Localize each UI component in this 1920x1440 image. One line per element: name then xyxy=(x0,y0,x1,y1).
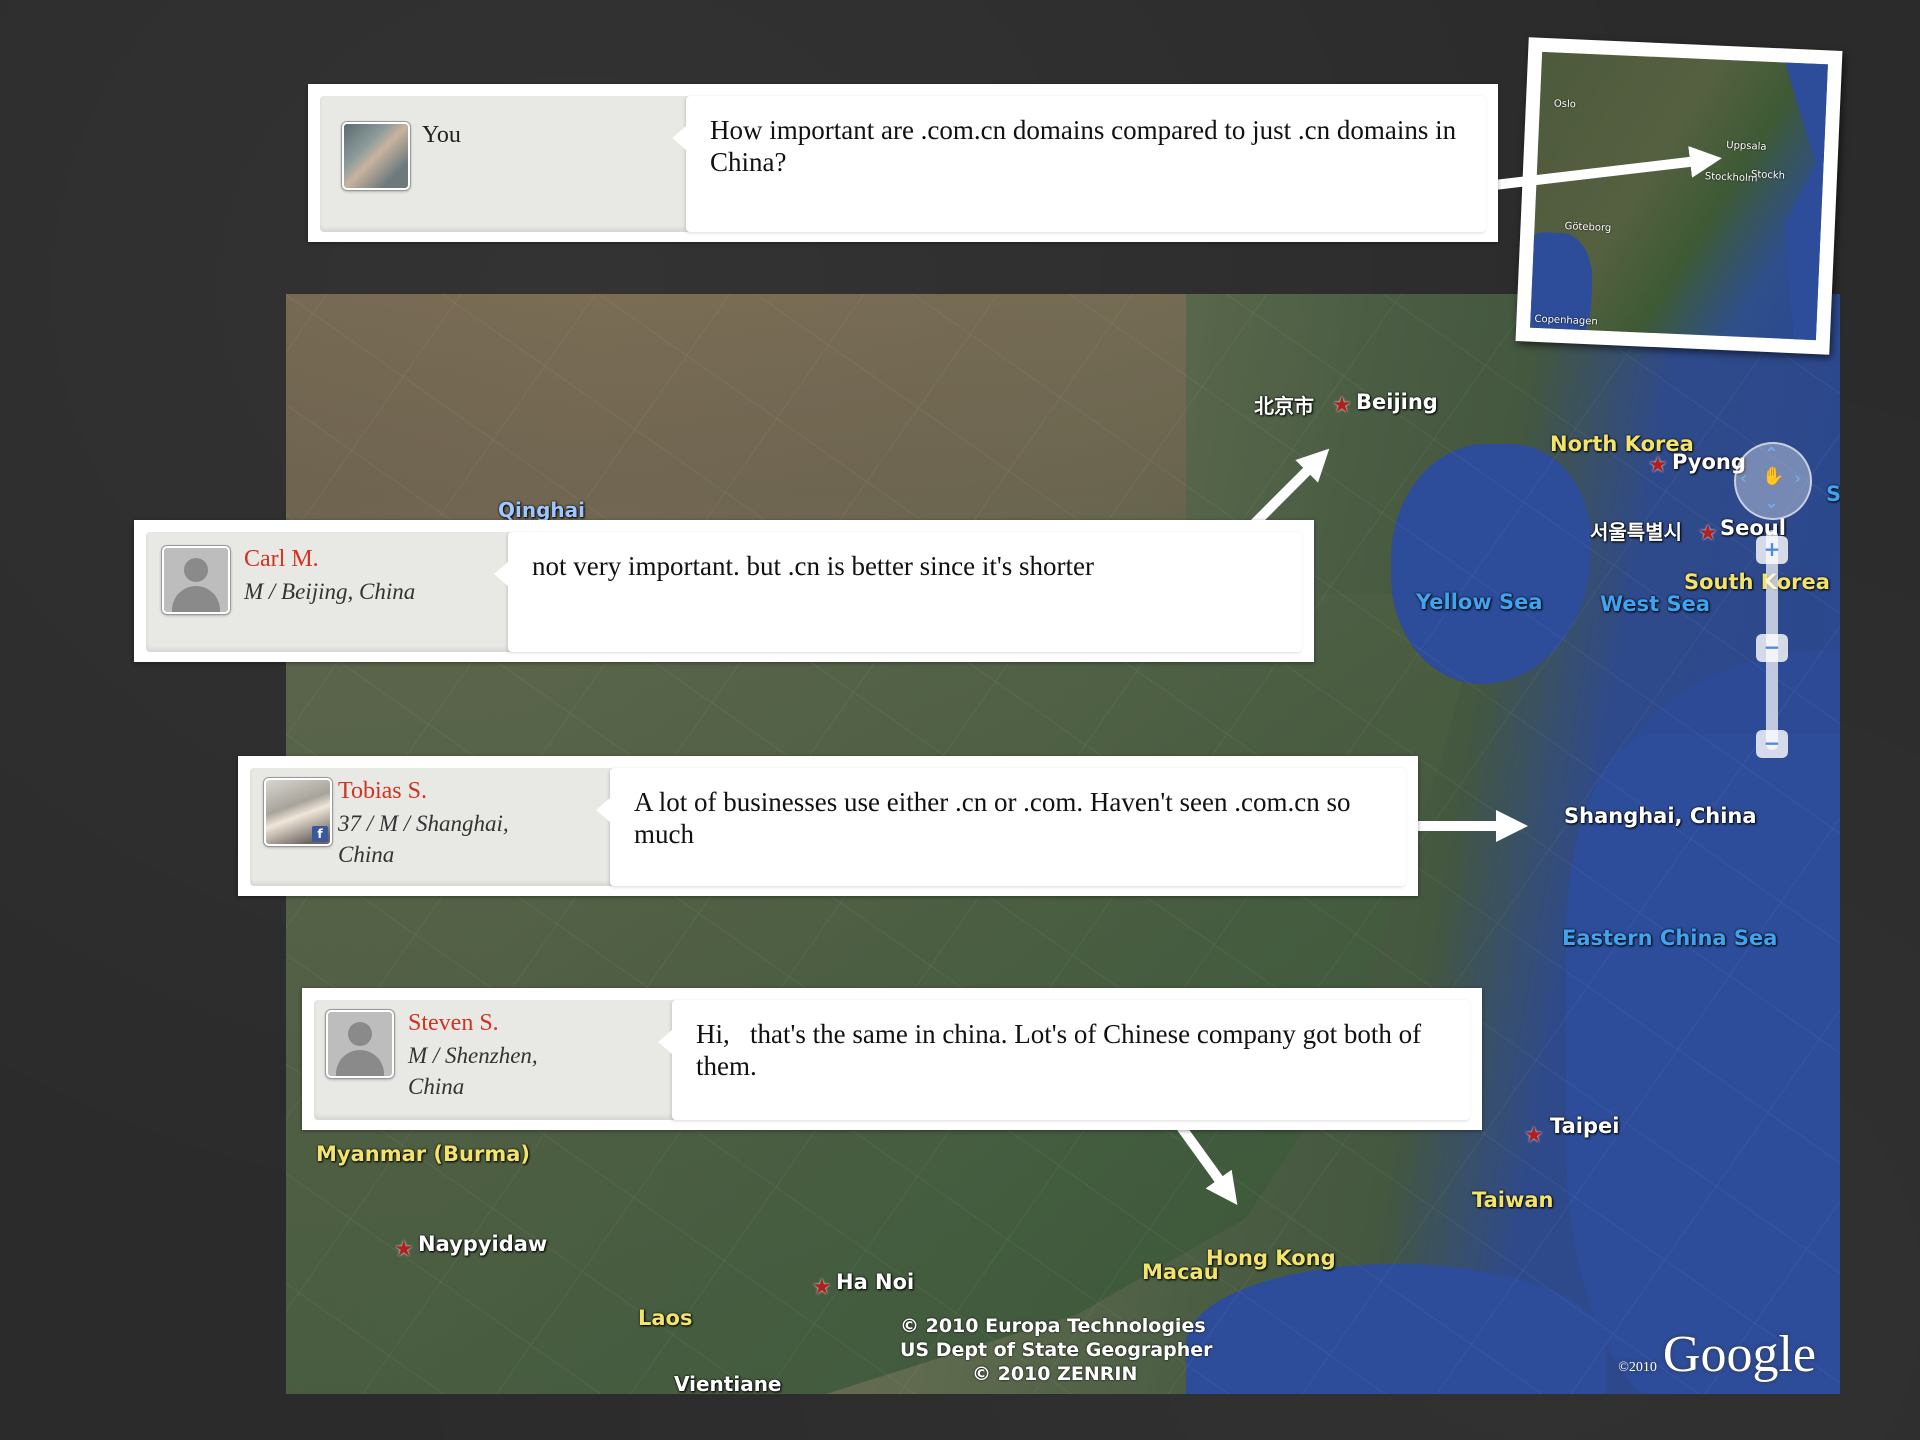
pan-control[interactable]: ⌃ ‹ › ⌄ ✋ xyxy=(1734,442,1812,520)
message-card-tobias: f Tobias S. 37 / M / Shanghai, China A l… xyxy=(238,756,1418,896)
message-text: Hi, that's the same in china. Lot's of C… xyxy=(696,1019,1428,1081)
label-yellow-sea: Yellow Sea xyxy=(1416,590,1543,614)
message-bubble: How important are .com.cn domains compar… xyxy=(672,96,1486,232)
inset-label-uppsala: Uppsala xyxy=(1726,140,1767,153)
google-year: ©2010 xyxy=(1618,1360,1657,1375)
capital-star-icon: ★ xyxy=(1332,392,1352,417)
message-card-you: You How important are .com.cn domains co… xyxy=(308,84,1498,242)
avatar[interactable] xyxy=(162,546,230,614)
pan-right-icon[interactable]: › xyxy=(1794,468,1801,489)
label-ha-noi: Ha Noi xyxy=(836,1270,915,1294)
label-taiwan: Taiwan xyxy=(1472,1188,1554,1212)
message-bubble: A lot of businesses use either .cn or .c… xyxy=(596,768,1406,886)
google-logo: ©2010 Google xyxy=(1618,1325,1816,1384)
label-shanghai: Shanghai, China xyxy=(1564,804,1757,828)
label-vientiane: Vientiane xyxy=(674,1372,782,1394)
message-bubble: not very important. but .cn is better si… xyxy=(494,532,1302,652)
label-west-sea: West Sea xyxy=(1600,592,1711,616)
label-south-korea: South Korea xyxy=(1684,570,1830,594)
message-text: A lot of businesses use either .cn or .c… xyxy=(634,787,1351,849)
capital-star-icon: ★ xyxy=(1698,520,1718,545)
user-meta: M / Beijing, China xyxy=(244,579,416,604)
message-text: How important are .com.cn domains compar… xyxy=(710,115,1457,177)
user-name[interactable]: Steven S. xyxy=(408,1010,499,1037)
capital-star-icon: ★ xyxy=(394,1236,414,1261)
pan-down-icon[interactable]: ⌄ xyxy=(1764,492,1779,513)
label-sea-partial: Se xyxy=(1826,482,1840,506)
copyright-line: US Dept of State Geographer xyxy=(900,1339,1213,1361)
user-name[interactable]: Tobias S. xyxy=(338,778,427,805)
user-name[interactable]: Carl M. xyxy=(244,546,319,573)
pan-left-icon[interactable]: ‹ xyxy=(1740,468,1747,489)
avatar[interactable] xyxy=(326,1010,394,1078)
capital-star-icon: ★ xyxy=(812,1274,832,1299)
zoom-in-button[interactable]: + xyxy=(1756,536,1788,564)
user-meta: China xyxy=(338,842,395,867)
sweden-inset-map: Oslo Uppsala Stockholm Stockh Göteborg C… xyxy=(1515,37,1843,355)
message-bubble: Hi, that's the same in china. Lot's of C… xyxy=(658,1000,1470,1120)
label-hong-kong: Hong Kong xyxy=(1206,1246,1336,1270)
user-meta: 37 / M / Shanghai, xyxy=(338,811,509,836)
zoom-out-button[interactable]: − xyxy=(1756,730,1788,758)
hand-icon: ✋ xyxy=(1762,466,1785,487)
label-naypyidaw: Naypyidaw xyxy=(418,1232,548,1256)
label-seoul-kr: 서울특별시 xyxy=(1590,520,1682,544)
label-myanmar: Myanmar (Burma) xyxy=(316,1142,530,1166)
capital-star-icon: ★ xyxy=(1524,1122,1544,1147)
label-beijing-cn: 北京市 xyxy=(1254,394,1314,418)
inset-label-stockh: Stockh xyxy=(1750,169,1786,182)
label-taipei: Taipei xyxy=(1550,1114,1620,1138)
inset-label-stockholm: Stockholm xyxy=(1704,171,1758,185)
avatar[interactable] xyxy=(342,122,410,190)
google-wordmark: Google xyxy=(1662,1326,1816,1383)
label-qinghai: Qinghai xyxy=(498,498,586,522)
label-eastern-china-sea: Eastern China Sea xyxy=(1562,926,1778,950)
map-copyright: © 2010 Europa Technologies US Dept of St… xyxy=(900,1314,1213,1386)
zoom-handle[interactable]: − xyxy=(1756,634,1788,662)
facebook-icon: f xyxy=(312,826,328,842)
label-laos: Laos xyxy=(638,1306,693,1330)
inset-map-image: Oslo Uppsala Stockholm Stockh Göteborg C… xyxy=(1530,51,1828,341)
label-beijing: Beijing xyxy=(1356,390,1438,414)
message-card-carl: Carl M. M / Beijing, China not very impo… xyxy=(134,520,1314,662)
inset-sea xyxy=(1710,52,1828,340)
user-meta: China xyxy=(408,1074,465,1099)
capital-star-icon: ★ xyxy=(1648,452,1668,477)
copyright-line: © 2010 Europa Technologies xyxy=(900,1315,1206,1337)
pan-up-icon[interactable]: ⌃ xyxy=(1764,444,1779,465)
avatar[interactable]: f xyxy=(264,778,332,846)
user-name[interactable]: You xyxy=(422,122,461,149)
message-text: not very important. but .cn is better si… xyxy=(532,551,1094,581)
copyright-line: © 2010 ZENRIN xyxy=(972,1363,1138,1385)
message-card-steven: Steven S. M / Shenzhen, China Hi, that's… xyxy=(302,988,1482,1130)
inset-label-oslo: Oslo xyxy=(1553,98,1577,111)
user-meta: M / Shenzhen, xyxy=(408,1043,538,1068)
inset-label-goteborg: Göteborg xyxy=(1564,221,1612,235)
